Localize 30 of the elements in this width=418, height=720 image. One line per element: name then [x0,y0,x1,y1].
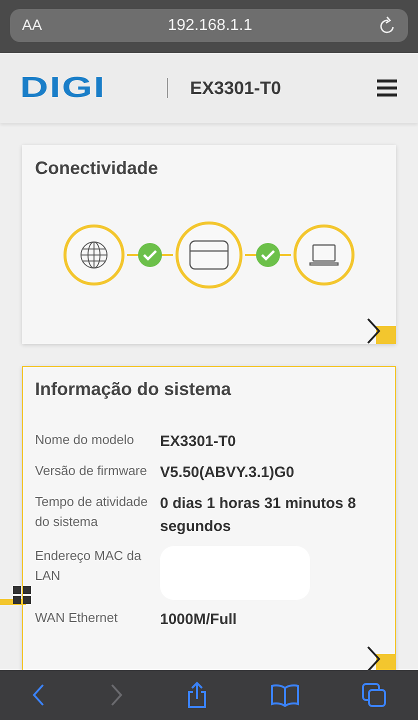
field-label: Versão de firmware [35,462,148,480]
field-value: 1000M/Full [160,610,238,630]
tabs-icon [361,682,388,708]
device-ring [64,224,124,286]
field-value: 0 dias 1 horas 31 minutos 8 segundos [160,494,357,537]
logo: DIGI [20,72,107,104]
device-ring [294,224,354,286]
reload-icon[interactable] [378,16,396,36]
laptop-icon [309,244,339,266]
bookmarks-button[interactable] [270,683,300,707]
field-label: WAN Ethernet [35,609,119,627]
field-value: V5.50(ABVY.3.1)G0 [160,463,296,483]
share-icon [186,681,208,709]
field-label: Tempo de atividade do sistema [35,493,148,531]
globe-icon [80,242,108,268]
card-title: Conectividade [35,158,160,179]
book-icon [270,683,300,707]
share-button[interactable] [186,681,208,709]
tabs-button[interactable] [361,682,388,708]
url-text: 192.168.1.1 [166,16,254,34]
menu-icon[interactable] [376,78,398,98]
text-size-button[interactable]: AA [22,17,42,34]
field-label: Endereço MAC da LAN [35,547,142,585]
address-bar[interactable]: AA 192.168.1.1 [10,9,408,42]
field-value: EX3301-T0 [160,432,237,452]
router-icon [189,240,229,270]
model-name: EX3301-T0 [190,78,282,98]
field-label: Nome do modelo [35,431,135,449]
card-title: Informação do sistema [35,379,232,400]
device-ring [176,222,242,288]
